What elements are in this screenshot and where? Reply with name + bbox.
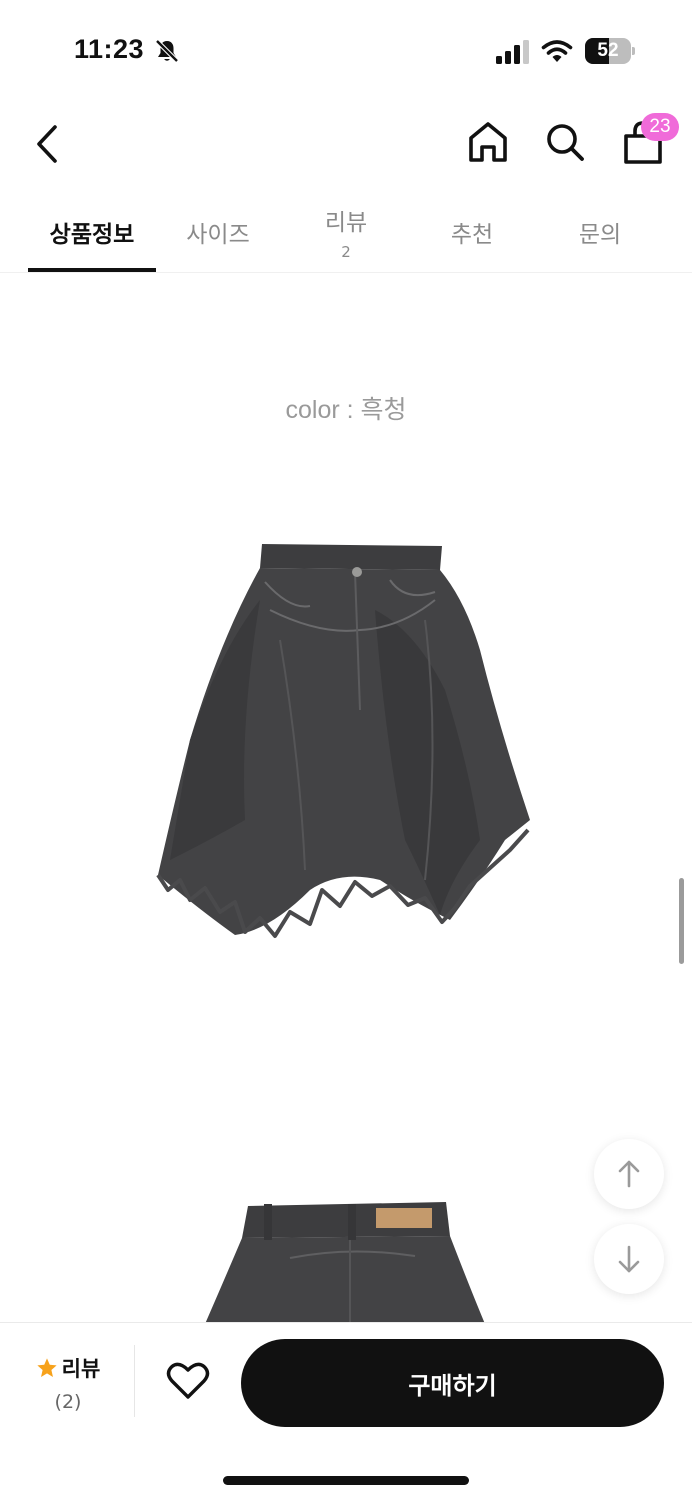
heart-icon[interactable]: [166, 1361, 210, 1401]
review-summary-top: 리뷰: [28, 1353, 108, 1383]
back-icon[interactable]: [28, 122, 68, 166]
active-tab-indicator: [28, 268, 156, 272]
bottom-action-bar: 리뷰 (2) 구매하기: [0, 1322, 692, 1500]
color-option-label: color : 흑청: [285, 396, 407, 424]
bell-muted-icon: [155, 39, 179, 63]
wifi-icon: [541, 40, 573, 62]
battery-indicator: 52: [585, 38, 635, 64]
arrow-down-icon: [618, 1245, 640, 1273]
battery-level: 52: [597, 40, 619, 61]
scroll-up-button[interactable]: [594, 1139, 664, 1209]
buy-button[interactable]: 구매하기: [241, 1339, 664, 1427]
product-tabs: 상품정보 사이즈 리뷰 2 추천 문의: [0, 190, 692, 273]
home-indicator: [223, 1476, 469, 1485]
review-summary[interactable]: 리뷰 (2): [28, 1353, 108, 1413]
cart-count-badge: 23: [641, 113, 679, 141]
battery-body: 52: [585, 38, 631, 64]
scroll-down-button[interactable]: [594, 1224, 664, 1294]
review-count: (2): [54, 1391, 82, 1413]
tab-recommend[interactable]: 추천: [410, 190, 534, 273]
tab-review[interactable]: 리뷰 2: [282, 190, 410, 273]
tab-product-info[interactable]: 상품정보: [28, 190, 156, 273]
product-image-back: [205, 1202, 485, 1324]
app-header: [0, 100, 692, 190]
tab-label: 사이즈: [186, 221, 250, 248]
search-icon[interactable]: [544, 120, 586, 164]
arrow-up-icon: [618, 1160, 640, 1188]
tab-label: 문의: [578, 221, 622, 248]
tab-label: 추천: [450, 221, 494, 248]
product-image-front: [156, 544, 530, 938]
scrollbar[interactable]: [679, 878, 684, 964]
review-label: 리뷰: [61, 1357, 101, 1381]
tab-size[interactable]: 사이즈: [156, 190, 280, 273]
status-time: 11:23: [74, 34, 145, 64]
tab-inquiry[interactable]: 문의: [536, 190, 664, 273]
divider: [134, 1345, 135, 1417]
status-bar: 11:23 52: [0, 0, 692, 100]
tab-review-count: 2: [341, 242, 351, 261]
signal-icon: [496, 40, 529, 64]
tab-label: 상품정보: [49, 221, 135, 248]
battery-cap: [632, 47, 635, 55]
star-icon: [37, 1358, 57, 1377]
tab-label: 리뷰: [324, 209, 368, 236]
home-icon[interactable]: [467, 120, 509, 164]
